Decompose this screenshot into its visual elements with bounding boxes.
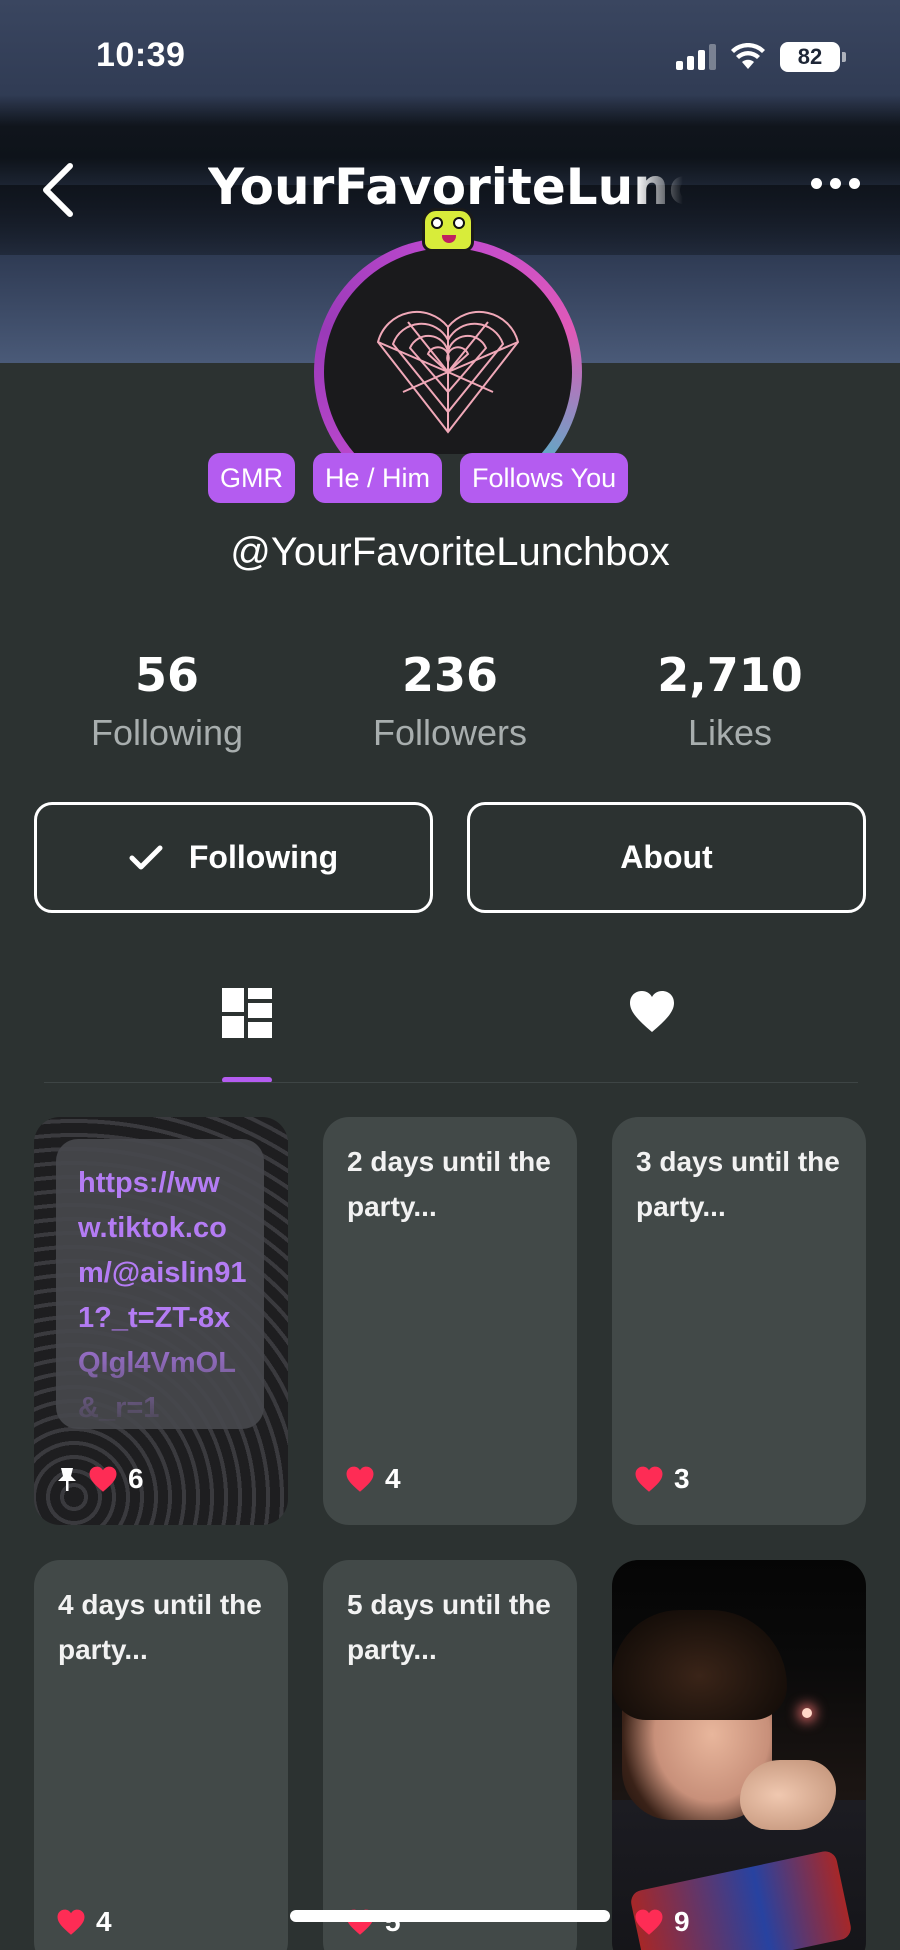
status-icons: 82 <box>676 40 846 74</box>
avatar[interactable] <box>314 208 582 454</box>
stat-followers[interactable]: 236 Followers <box>350 648 550 754</box>
post-text: 4 days until the party... <box>58 1589 262 1665</box>
post-card[interactable]: 5 days until the party... 5 <box>323 1560 577 1950</box>
tab-liked-heart-icon[interactable] <box>628 990 676 1034</box>
following-button[interactable]: Following <box>34 802 433 913</box>
post-link-preview: https://www.tiktok.com/@aislin911?_t=ZT-… <box>56 1139 264 1429</box>
status-time: 10:39 <box>96 36 186 74</box>
post-text: 5 days until the party... <box>347 1589 551 1665</box>
post-likes: 4 <box>345 1463 401 1495</box>
dot-icon <box>849 178 860 189</box>
stat-likes-value: 2,710 <box>657 648 803 702</box>
post-likes: 6 <box>56 1463 144 1495</box>
post-likes: 9 <box>634 1906 690 1938</box>
heart-icon <box>346 1466 374 1492</box>
checkmark-icon <box>129 845 163 869</box>
post-card[interactable]: 3 days until the party... 3 <box>612 1117 866 1525</box>
heart-icon <box>57 1909 85 1935</box>
chevron-left-icon <box>43 163 73 217</box>
stat-followers-value: 236 <box>401 648 499 702</box>
spiderweb-heart-icon <box>376 310 520 434</box>
dot-icon <box>811 178 822 189</box>
username: @YourFavoriteLunchbox <box>230 530 670 574</box>
post-card[interactable]: 9 <box>612 1560 866 1950</box>
post-card[interactable]: 4 days until the party... 4 <box>34 1560 288 1950</box>
heart-icon <box>635 1466 663 1492</box>
post-like-count: 4 <box>96 1906 112 1937</box>
heart-icon <box>635 1909 663 1935</box>
following-button-label: Following <box>188 839 339 875</box>
post-like-count: 4 <box>385 1463 401 1494</box>
post-like-count: 3 <box>674 1463 690 1494</box>
photo-light <box>802 1708 812 1718</box>
tab-divider <box>44 1082 858 1083</box>
post-text: 3 days until the party... <box>636 1146 840 1222</box>
post-text: https://www.tiktok.com/@aislin911?_t=ZT-… <box>78 1167 247 1424</box>
profile-badges: GMR He / Him Follows You <box>208 453 629 503</box>
about-button[interactable]: About <box>467 802 866 913</box>
post-card[interactable]: https://www.tiktok.com/@aislin911?_t=ZT-… <box>34 1117 288 1525</box>
stat-following[interactable]: 56 Following <box>67 648 267 754</box>
post-like-count: 9 <box>674 1906 690 1937</box>
wifi-icon <box>731 43 765 69</box>
post-likes: 4 <box>56 1906 112 1938</box>
badge-follows-you: Follows You <box>460 453 629 503</box>
dot-icon <box>830 178 841 189</box>
stat-likes[interactable]: 2,710 Likes <box>630 648 830 754</box>
about-button-label: About <box>620 839 713 875</box>
tab-posts-grid-icon[interactable] <box>222 988 272 1038</box>
post-like-count: 6 <box>128 1463 144 1494</box>
badge-gmr: GMR <box>208 453 295 503</box>
post-card[interactable]: 2 days until the party... 4 <box>323 1117 577 1525</box>
badge-pronouns: He / Him <box>313 453 443 503</box>
frog-sticker-icon <box>422 208 474 252</box>
post-text: 2 days until the party... <box>347 1146 551 1222</box>
stat-following-value: 56 <box>134 648 199 702</box>
stat-following-label: Following <box>90 712 244 753</box>
stat-followers-label: Followers <box>372 712 528 753</box>
heart-icon <box>89 1466 117 1492</box>
more-options-button[interactable] <box>811 178 860 189</box>
home-indicator[interactable] <box>290 1910 610 1922</box>
photo-hair <box>612 1610 787 1720</box>
signal-icon <box>676 44 716 70</box>
stat-likes-label: Likes <box>687 712 773 753</box>
post-likes: 3 <box>634 1463 690 1495</box>
photo-hand <box>740 1760 836 1830</box>
back-button[interactable] <box>40 160 84 220</box>
battery-icon: 82 <box>780 42 846 72</box>
pin-icon <box>58 1468 76 1491</box>
